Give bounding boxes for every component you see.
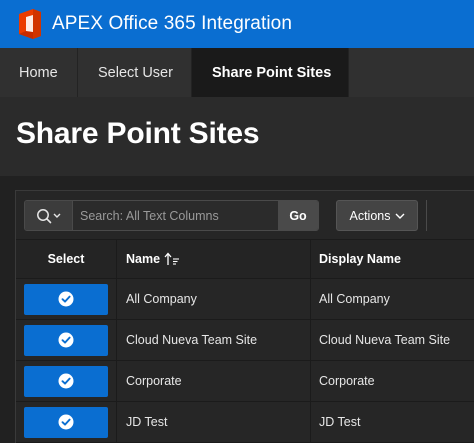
select-row-button[interactable] bbox=[24, 365, 108, 397]
chevron-down-icon bbox=[395, 213, 404, 219]
display-name-cell: Cloud Nueva Team Site bbox=[311, 320, 474, 360]
name-cell: All Company bbox=[117, 279, 311, 319]
column-header-select[interactable]: Select bbox=[16, 240, 117, 278]
select-cell bbox=[16, 320, 117, 360]
select-cell bbox=[16, 361, 117, 401]
display-name-cell: Corporate bbox=[311, 361, 474, 401]
report-toolbar: Go Actions bbox=[16, 191, 474, 239]
interactive-report: Go Actions Select Name bbox=[15, 190, 474, 443]
select-row-button[interactable] bbox=[24, 324, 108, 356]
display-name-cell: All Company bbox=[311, 279, 474, 319]
page-title-region: Share Point Sites bbox=[0, 97, 474, 176]
search-icon bbox=[36, 208, 60, 223]
nav-tab-label: Home bbox=[19, 64, 58, 81]
table-row: All Company All Company bbox=[16, 279, 474, 320]
actions-label: Actions bbox=[349, 208, 391, 223]
name-cell: Corporate bbox=[117, 361, 311, 401]
table-header-row: Select Name Display Name bbox=[16, 239, 474, 279]
column-header-name[interactable]: Name bbox=[117, 240, 311, 278]
search-input[interactable] bbox=[73, 201, 278, 230]
check-circle-icon bbox=[58, 332, 74, 348]
display-name-cell: JD Test bbox=[311, 402, 474, 442]
office-logo-icon bbox=[19, 9, 41, 39]
check-circle-icon bbox=[58, 373, 74, 389]
name-cell: Cloud Nueva Team Site bbox=[117, 320, 311, 360]
table-row: Cloud Nueva Team Site Cloud Nueva Team S… bbox=[16, 320, 474, 361]
select-cell bbox=[16, 402, 117, 442]
select-row-button[interactable] bbox=[24, 283, 108, 315]
actions-button[interactable]: Actions bbox=[336, 200, 418, 231]
check-circle-icon bbox=[58, 414, 74, 430]
toolbar-separator bbox=[426, 200, 427, 231]
nav-tab-home[interactable]: Home bbox=[0, 48, 78, 97]
app-header: APEX Office 365 Integration bbox=[0, 0, 474, 48]
name-cell: JD Test bbox=[117, 402, 311, 442]
go-button[interactable]: Go bbox=[278, 201, 318, 230]
nav-tab-label: Share Point Sites bbox=[212, 64, 332, 81]
nav-tab-select-user[interactable]: Select User bbox=[78, 48, 192, 97]
column-header-display-name[interactable]: Display Name bbox=[311, 240, 474, 278]
select-cell bbox=[16, 279, 117, 319]
table-row: Corporate Corporate bbox=[16, 361, 474, 402]
select-row-button[interactable] bbox=[24, 406, 108, 438]
sort-ascending-icon bbox=[164, 252, 180, 265]
nav-tab-label: Select User bbox=[98, 64, 173, 81]
report-grid: Select Name Display Name All Company All… bbox=[16, 239, 474, 443]
search-bar: Go bbox=[24, 200, 319, 231]
search-column-button[interactable] bbox=[25, 201, 73, 230]
column-header-label: Select bbox=[47, 252, 85, 266]
check-circle-icon bbox=[58, 291, 74, 307]
column-header-label: Display Name bbox=[319, 252, 401, 266]
nav-tab-share-point-sites[interactable]: Share Point Sites bbox=[192, 48, 349, 97]
app-title: APEX Office 365 Integration bbox=[52, 13, 292, 34]
column-header-label: Name bbox=[126, 252, 161, 266]
page-title: Share Point Sites bbox=[16, 117, 260, 150]
table-row: JD Test JD Test bbox=[16, 402, 474, 443]
navigation-bar: Home Select User Share Point Sites bbox=[0, 48, 474, 97]
